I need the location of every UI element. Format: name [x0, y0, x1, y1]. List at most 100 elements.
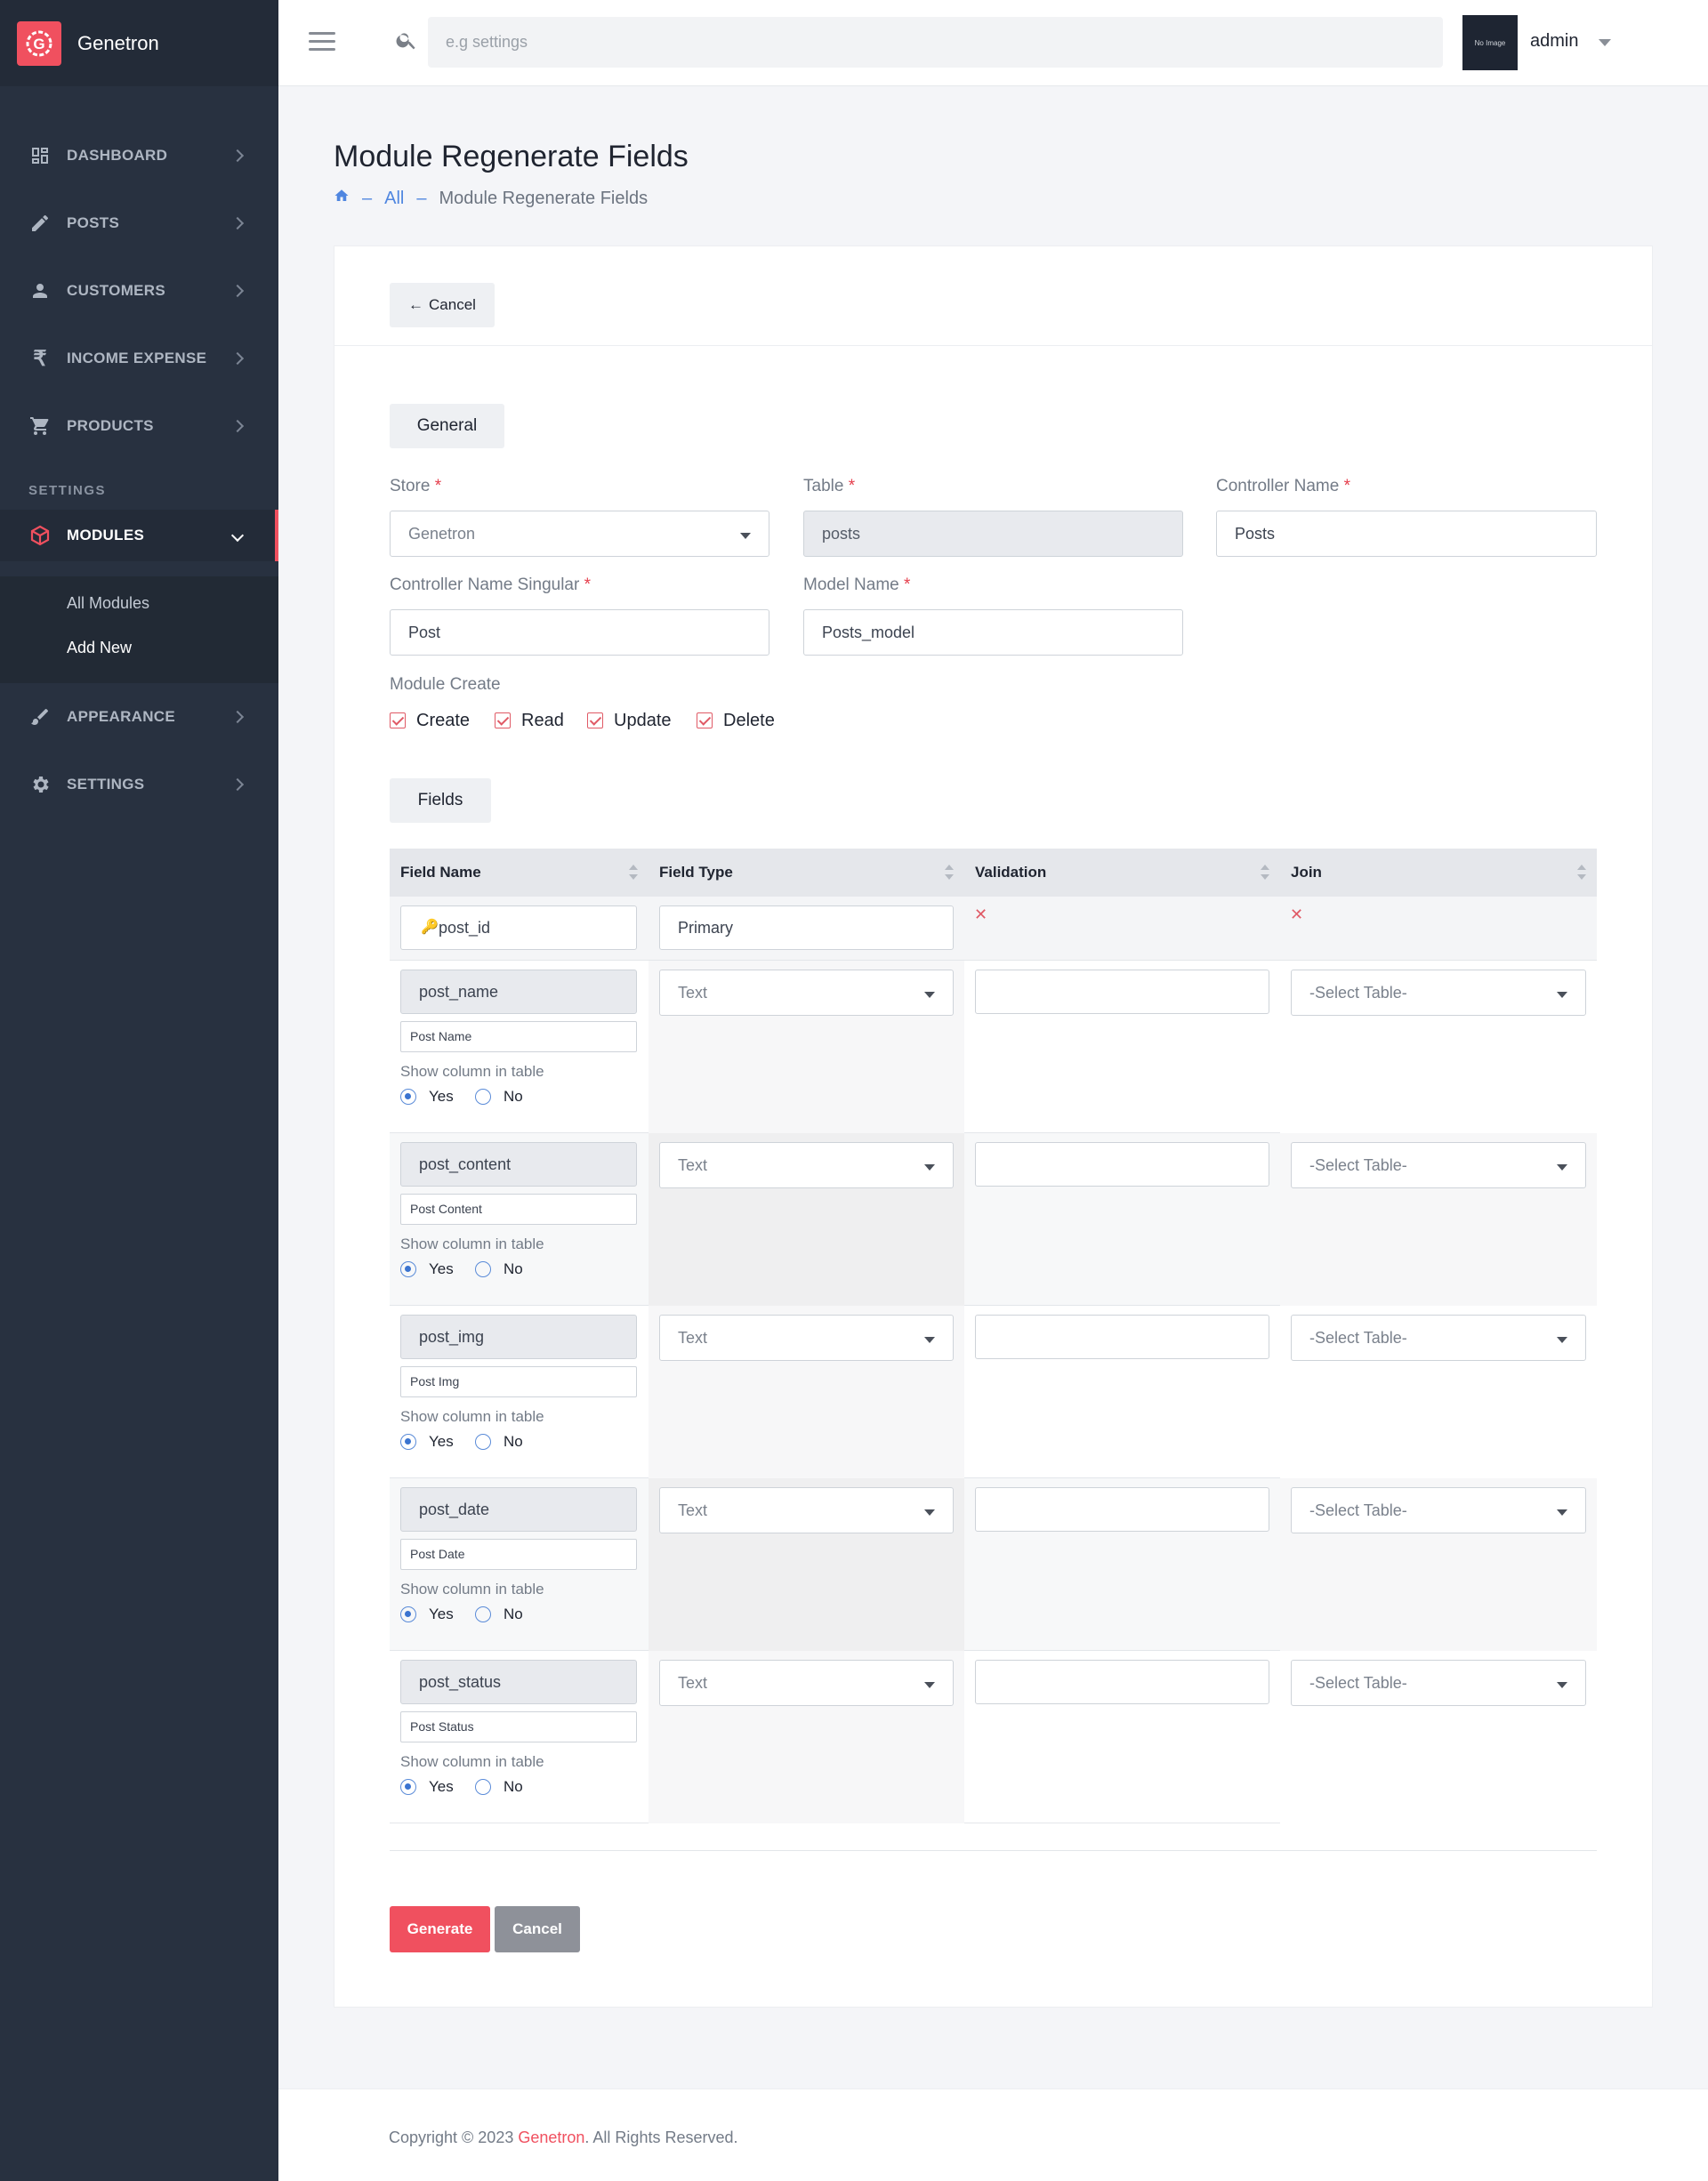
chevron-down-icon [924, 992, 935, 998]
field-type-select[interactable]: Text [659, 1142, 954, 1188]
menu-toggle-icon[interactable] [309, 32, 335, 52]
radio-empty-icon [475, 1434, 491, 1450]
delete-checkbox[interactable]: Delete [697, 710, 775, 731]
validation-input[interactable] [975, 1142, 1269, 1187]
sidebar-item-dashboard[interactable]: DASHBOARD [0, 129, 278, 182]
home-icon[interactable] [334, 188, 350, 209]
validation-input[interactable] [975, 1487, 1269, 1532]
show-yes-radio[interactable]: Yes [400, 1778, 454, 1796]
chevron-down-icon [1557, 1509, 1567, 1516]
chevron-down-icon [1557, 1682, 1567, 1688]
store-label: Store * [390, 477, 442, 495]
radio-selected-icon [400, 1779, 416, 1795]
primary-field-type: Primary [659, 905, 954, 950]
field-name-input: post_date [400, 1487, 637, 1532]
update-checkbox[interactable]: Update [587, 710, 672, 731]
sort-icon [1577, 865, 1586, 882]
col-header-validation[interactable]: Validation [964, 849, 1280, 897]
chevron-down-icon [1557, 992, 1567, 998]
sidebar-item-label: INCOME EXPENSE [67, 350, 207, 366]
sidebar-item-modules[interactable]: MODULES [0, 510, 278, 561]
show-no-radio[interactable]: No [475, 1088, 523, 1106]
field-name-input: post_img [400, 1315, 637, 1359]
field-type-select[interactable]: Text [659, 970, 954, 1016]
sidebar-item-appearance[interactable]: APPEARANCE [0, 690, 278, 744]
show-no-radio[interactable]: No [475, 1260, 523, 1278]
field-title-input[interactable]: Post Status [400, 1711, 637, 1742]
submenu-all-modules[interactable]: All Modules [67, 594, 149, 613]
field-type-select[interactable]: Text [659, 1487, 954, 1533]
show-no-radio[interactable]: No [475, 1778, 523, 1796]
field-title-input[interactable]: Post Content [400, 1194, 637, 1225]
search-input[interactable]: e.g settings [428, 17, 1443, 68]
sidebar-item-customers[interactable]: CUSTOMERS [0, 264, 278, 318]
sidebar-item-income-expense[interactable]: ₹ INCOME EXPENSE [0, 332, 278, 385]
store-select[interactable]: Genetron [390, 511, 769, 557]
checkbox-checked-icon [697, 712, 713, 728]
footer-brand-link[interactable]: Genetron [518, 2129, 584, 2146]
topbar: e.g settings No Image admin [278, 0, 1708, 86]
field-title-input[interactable]: Post Img [400, 1366, 637, 1397]
show-column-label: Show column in table [400, 1063, 544, 1080]
copyright: Copyright © 2023 Genetron. All Rights Re… [389, 2129, 738, 2146]
submenu-add-new[interactable]: Add New [67, 639, 132, 657]
show-column-label: Show column in table [400, 1581, 544, 1598]
show-yes-radio[interactable]: Yes [400, 1606, 454, 1623]
caret-down-icon[interactable] [1599, 39, 1611, 46]
chevron-down-icon [230, 528, 245, 543]
field-type-select[interactable]: Text [659, 1315, 954, 1361]
brand[interactable]: G Genetron [0, 0, 278, 86]
tab-fields[interactable]: Fields [390, 778, 491, 823]
table-row: post_name Post Name Show column in table Ye… [390, 961, 1597, 1133]
chevron-right-icon [230, 149, 245, 163]
sidebar-item-products[interactable]: PRODUCTS [0, 399, 278, 453]
validation-input[interactable] [975, 1315, 1269, 1359]
sidebar-item-label: PRODUCTS [67, 417, 154, 434]
join-table-select[interactable]: -Select Table- [1291, 1660, 1586, 1706]
validation-input[interactable] [975, 970, 1269, 1014]
cancel-button[interactable]: Cancel [495, 1906, 580, 1952]
show-yes-radio[interactable]: Yes [400, 1088, 454, 1106]
col-header-join[interactable]: Join [1280, 849, 1597, 897]
col-header-field-name[interactable]: Field Name [390, 849, 649, 897]
generate-button[interactable]: Generate [390, 1906, 490, 1952]
tab-general[interactable]: General [390, 404, 504, 448]
brand-logo-icon: G [17, 20, 61, 66]
breadcrumb-separator: – [416, 188, 427, 208]
model-name-field[interactable]: Posts_model [803, 609, 1183, 656]
join-table-select[interactable]: -Select Table- [1291, 970, 1586, 1016]
chevron-down-icon [740, 533, 751, 539]
read-checkbox[interactable]: Read [495, 710, 564, 731]
field-type-select[interactable]: Text [659, 1660, 954, 1706]
radio-empty-icon [475, 1779, 491, 1795]
create-checkbox[interactable]: Create [390, 710, 470, 731]
radio-selected-icon [400, 1261, 416, 1277]
join-table-select[interactable]: -Select Table- [1291, 1487, 1586, 1533]
show-yes-radio[interactable]: Yes [400, 1433, 454, 1451]
sidebar-item-settings[interactable]: SETTINGS [0, 758, 278, 811]
key-icon: 🔑 [421, 920, 439, 935]
show-yes-radio[interactable]: Yes [400, 1260, 454, 1278]
brush-icon [29, 706, 51, 728]
brand-name: Genetron [77, 31, 159, 54]
table-row-primary: 🔑 post_id Primary ✕ ✕ [390, 897, 1597, 961]
controller-name-field[interactable]: Posts [1216, 511, 1597, 557]
cancel-top-button[interactable]: ← Cancel [390, 283, 495, 327]
col-header-field-type[interactable]: Field Type [649, 849, 964, 897]
sidebar-item-label: CUSTOMERS [67, 282, 166, 299]
join-table-select[interactable]: -Select Table- [1291, 1142, 1586, 1188]
controller-singular-field[interactable]: Post [390, 609, 769, 656]
field-name-input: post_content [400, 1142, 637, 1187]
sidebar-item-posts[interactable]: POSTS [0, 197, 278, 250]
show-no-radio[interactable]: No [475, 1433, 523, 1451]
table-row: post_status Post Status Show column in tab… [390, 1651, 1597, 1823]
validation-input[interactable] [975, 1660, 1269, 1704]
avatar[interactable]: No Image [1462, 15, 1518, 70]
checkbox-checked-icon [495, 712, 511, 728]
user-name[interactable]: admin [1530, 31, 1578, 52]
field-title-input[interactable]: Post Date [400, 1539, 637, 1570]
join-table-select[interactable]: -Select Table- [1291, 1315, 1586, 1361]
field-title-input[interactable]: Post Name [400, 1021, 637, 1052]
breadcrumb-all-link[interactable]: All [384, 189, 404, 209]
show-no-radio[interactable]: No [475, 1606, 523, 1623]
